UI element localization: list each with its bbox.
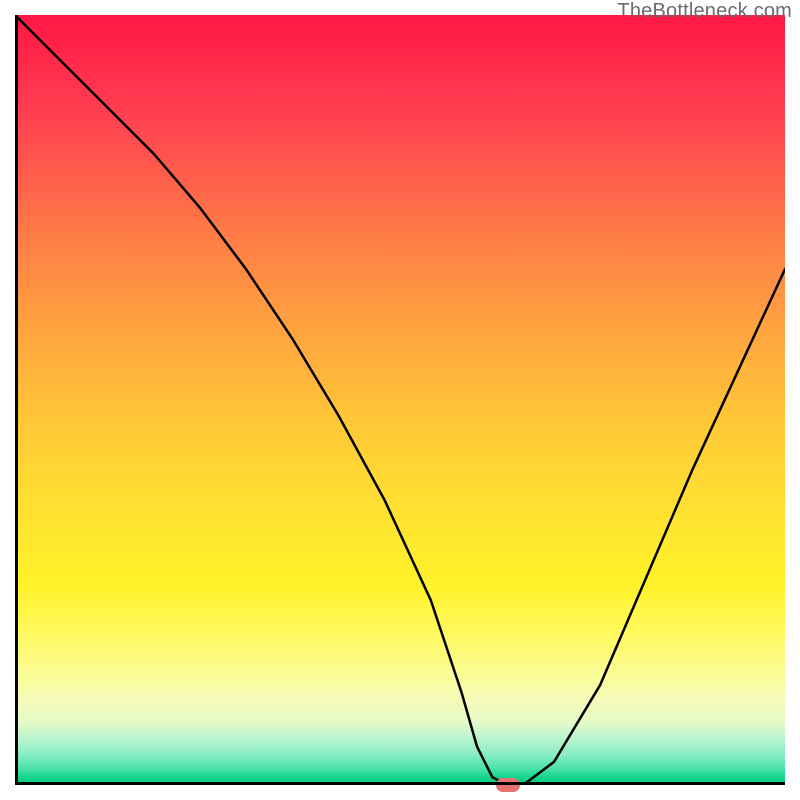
watermark-text: TheBottleneck.com	[617, 0, 792, 23]
curve-svg	[15, 15, 785, 785]
plot-area	[15, 15, 785, 785]
bottleneck-chart: TheBottleneck.com	[0, 0, 800, 800]
optimal-point-marker	[496, 778, 520, 792]
bottleneck-curve	[15, 15, 785, 785]
